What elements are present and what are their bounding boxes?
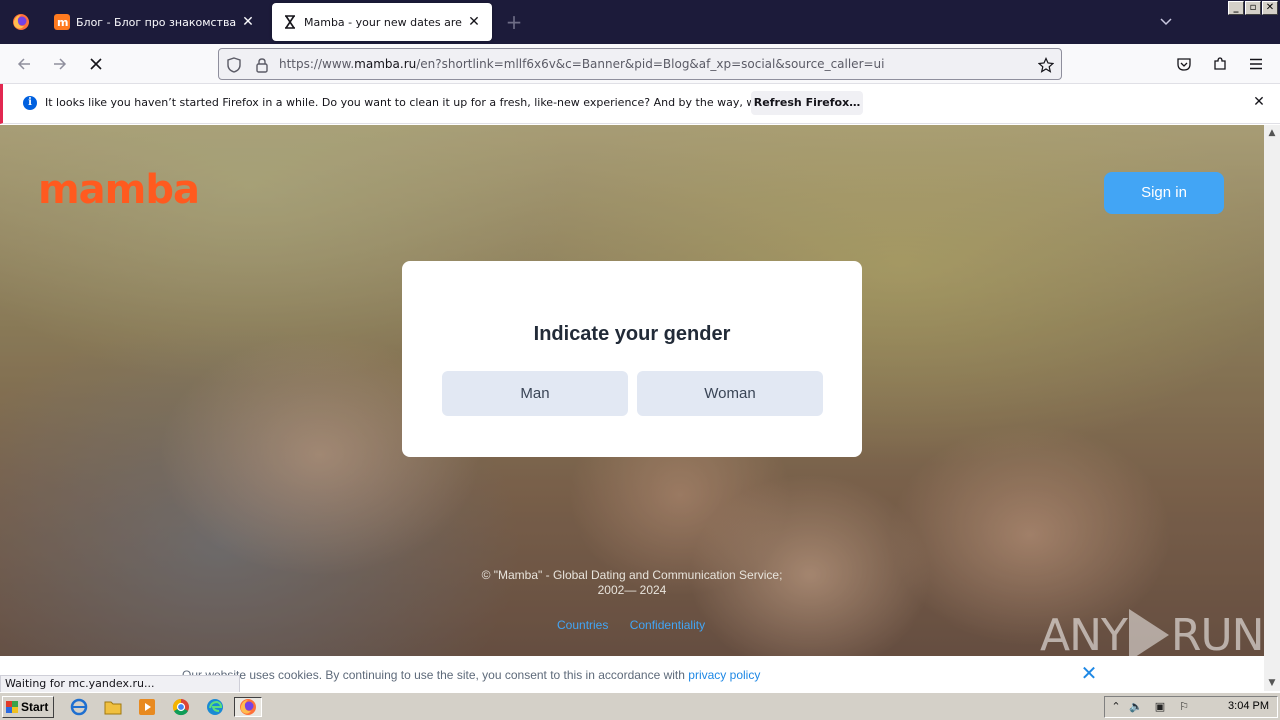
tab-close-icon[interactable]: ✕ bbox=[466, 14, 482, 30]
cookie-text: Our website uses cookies. By continuing … bbox=[182, 668, 761, 682]
pocket-icon[interactable] bbox=[1172, 52, 1196, 76]
bookmark-star-icon[interactable] bbox=[1037, 56, 1055, 74]
tab-blog[interactable]: m Блог - Блог про знакомства и отношения… bbox=[44, 3, 266, 41]
man-button[interactable]: Man bbox=[442, 371, 628, 416]
footer-links: Countries Confidentiality bbox=[557, 618, 723, 632]
tab-close-icon[interactable]: ✕ bbox=[240, 14, 256, 30]
new-tab-plus-icon[interactable]: + bbox=[500, 8, 528, 36]
sign-in-button[interactable]: Sign in bbox=[1104, 172, 1224, 214]
minimize-button[interactable]: _ bbox=[1228, 1, 1244, 15]
hamburger-menu-icon[interactable] bbox=[1244, 52, 1268, 76]
back-arrow-icon[interactable] bbox=[12, 52, 36, 76]
tracking-shield-icon[interactable] bbox=[225, 56, 243, 74]
list-all-tabs-chevron-icon[interactable] bbox=[1154, 10, 1178, 34]
copyright-years: 2002— 2024 bbox=[597, 583, 667, 597]
woman-button[interactable]: Woman bbox=[637, 371, 823, 416]
notification-message: It looks like you haven’t started Firefo… bbox=[45, 96, 830, 109]
network-icon[interactable]: ▣ bbox=[1153, 700, 1167, 714]
firefox-taskbar-icon[interactable] bbox=[234, 697, 262, 717]
volume-icon[interactable]: 🔈 bbox=[1129, 700, 1143, 714]
copyright-line: © "Mamba" - Global Dating and Communicat… bbox=[481, 568, 783, 582]
play-icon bbox=[1128, 609, 1169, 661]
navigation-toolbar: https://www.mamba.ru/en?shortlink=mllf6x… bbox=[0, 44, 1280, 84]
close-notification-icon[interactable]: ✕ bbox=[1251, 94, 1267, 110]
tab-title: Mamba - your new dates are here bbox=[304, 15, 462, 29]
firefox-icon bbox=[13, 14, 29, 30]
extensions-puzzle-icon[interactable] bbox=[1208, 52, 1232, 76]
restore-button[interactable]: ▫ bbox=[1245, 1, 1261, 15]
confidentiality-link[interactable]: Confidentiality bbox=[630, 618, 705, 632]
forward-arrow-icon[interactable] bbox=[48, 52, 72, 76]
clock[interactable]: 3:04 PM bbox=[1228, 700, 1269, 712]
close-cookie-icon[interactable]: ✕ bbox=[1080, 663, 1098, 683]
tab-strip: m Блог - Блог про знакомства и отношения… bbox=[0, 0, 1280, 44]
window-controls: _ ▫ ✕ bbox=[1228, 1, 1278, 15]
info-icon: i bbox=[23, 96, 37, 110]
firefox-view-button[interactable] bbox=[0, 0, 42, 44]
firefox-refresh-notification: i It looks like you haven’t started Fire… bbox=[0, 84, 1280, 124]
page-content: mamba Sign in Indicate your gender Man W… bbox=[0, 125, 1264, 691]
media-player-icon[interactable] bbox=[136, 697, 158, 717]
ie-icon[interactable] bbox=[68, 697, 90, 717]
scroll-up-icon[interactable]: ▲ bbox=[1264, 125, 1280, 141]
url-text: https://www.mamba.ru/en?shortlink=mllf6x… bbox=[279, 57, 885, 71]
gender-dialog: Indicate your gender Man Woman bbox=[402, 261, 862, 457]
countries-link[interactable]: Countries bbox=[557, 618, 608, 632]
watermark-left: ANY bbox=[1040, 609, 1128, 661]
copyright-text: © "Mamba" - Global Dating and Communicat… bbox=[432, 568, 832, 598]
tab-title: Блог - Блог про знакомства и отношения bbox=[76, 15, 236, 29]
address-bar[interactable]: https://www.mamba.ru/en?shortlink=mllf6x… bbox=[218, 48, 1062, 80]
mamba-logo[interactable]: mamba bbox=[38, 167, 200, 213]
tray-expand-icon[interactable]: ⌃ bbox=[1109, 700, 1123, 714]
action-center-flag-icon[interactable]: ⚐ bbox=[1177, 700, 1191, 714]
close-window-button[interactable]: ✕ bbox=[1262, 1, 1278, 15]
windows-flag-icon bbox=[6, 701, 18, 713]
folder-icon[interactable] bbox=[102, 697, 124, 717]
stop-loading-icon[interactable] bbox=[84, 52, 108, 76]
start-label: Start bbox=[21, 700, 49, 714]
status-bar: Waiting for mc.yandex.ru... bbox=[0, 675, 240, 693]
start-button[interactable]: Start bbox=[2, 696, 54, 718]
vertical-scrollbar[interactable]: ▲ ▼ bbox=[1264, 125, 1280, 691]
system-tray: ⌃ 🔈 ▣ ⚐ 3:04 PM bbox=[1104, 696, 1278, 718]
mamba-favicon-icon: m bbox=[54, 14, 70, 30]
windows-taskbar: Start ⌃ 🔈 ▣ ⚐ 3:04 PM bbox=[0, 692, 1280, 720]
dialog-title: Indicate your gender bbox=[533, 323, 731, 345]
lock-icon[interactable] bbox=[253, 56, 271, 74]
svg-text:m: m bbox=[57, 16, 68, 29]
chrome-icon[interactable] bbox=[170, 697, 192, 717]
tab-mamba[interactable]: Mamba - your new dates are here ✕ bbox=[272, 3, 492, 41]
scroll-down-icon[interactable]: ▼ bbox=[1264, 675, 1280, 691]
refresh-firefox-button[interactable]: Refresh Firefox… bbox=[751, 91, 863, 115]
edge-icon[interactable] bbox=[204, 697, 226, 717]
anyrun-watermark: ANY RUN bbox=[1040, 609, 1264, 661]
loading-hourglass-icon bbox=[282, 14, 298, 30]
privacy-policy-link[interactable]: privacy policy bbox=[688, 668, 760, 682]
watermark-right: RUN bbox=[1170, 609, 1264, 661]
